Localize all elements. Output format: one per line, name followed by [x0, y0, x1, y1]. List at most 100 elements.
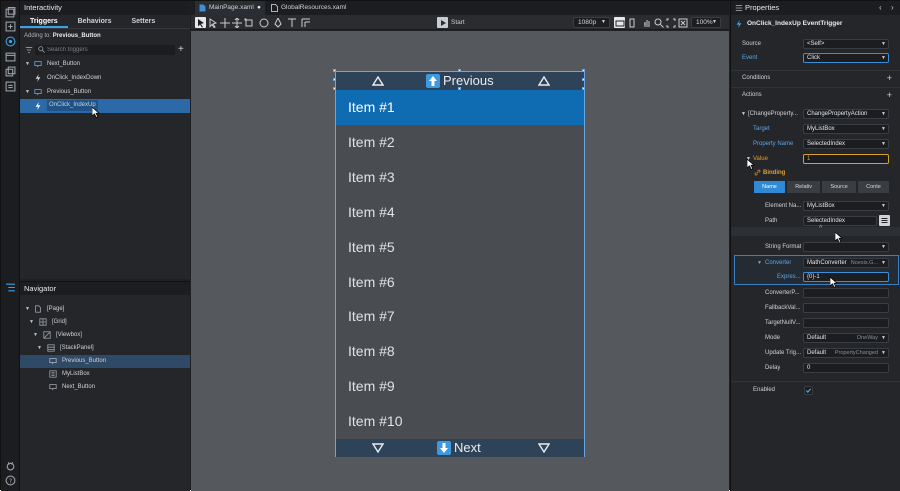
modified-dot-icon[interactable]: ●	[257, 1, 261, 15]
tab-globalresources[interactable]: GlobalResources.xaml	[267, 1, 367, 15]
expand-arrow-icon[interactable]: ▼	[741, 107, 746, 121]
tab-binding-source[interactable]: Source	[821, 180, 857, 194]
tree-item-trigger[interactable]: OnClick_IndexDown	[20, 71, 190, 85]
nav-item-mylistbox[interactable]: MyListBox	[20, 368, 190, 381]
mode-select[interactable]: Default OneWay ▼	[803, 333, 889, 343]
portrait-icon[interactable]	[627, 17, 637, 28]
target-select[interactable]: MyListBox ▼	[803, 124, 889, 134]
list-item[interactable]: Item #3	[336, 160, 584, 195]
ellipse-tool-icon[interactable]	[259, 17, 269, 28]
expand-arrow-icon[interactable]: ▼	[33, 329, 38, 342]
target-null-field[interactable]	[803, 318, 889, 328]
add-condition-icon[interactable]: +	[887, 71, 892, 85]
tab-binding-context[interactable]: Conte	[856, 180, 890, 194]
path-list-icon[interactable]	[879, 215, 890, 226]
tree-item-trigger-selected[interactable]: OnClick_IndexUp	[20, 99, 190, 118]
converter-param-field[interactable]	[803, 288, 889, 298]
resize-handle[interactable]	[333, 87, 336, 90]
tab-setters[interactable]: Setters	[121, 15, 165, 28]
filter-icon[interactable]	[25, 46, 33, 56]
landscape-icon[interactable]	[614, 17, 625, 28]
path-field[interactable]: SelectedIndex	[803, 216, 877, 226]
resize-handle[interactable]	[333, 69, 336, 72]
expand-arrow-icon[interactable]: ▼	[37, 342, 42, 355]
enabled-checkbox[interactable]	[804, 386, 813, 395]
converter-select[interactable]: MathConverter Noesis.G... ▼	[803, 258, 889, 268]
back-icon[interactable]: ‹	[879, 1, 882, 15]
expand-arrow-icon[interactable]: ▼	[25, 57, 30, 71]
fallback-field[interactable]	[803, 303, 889, 313]
update-trigger-select[interactable]: Default PropertyChanged ▼	[803, 348, 889, 358]
text-tool-icon[interactable]	[287, 17, 297, 28]
next-button[interactable]: Next	[336, 439, 584, 457]
resize-handle[interactable]	[582, 78, 585, 81]
tab-binding-relative[interactable]: Relativ	[786, 180, 822, 194]
start-play-icon[interactable]	[437, 17, 448, 28]
search-input[interactable]	[47, 45, 172, 55]
nav-item-next-button[interactable]: Next_Button	[20, 381, 190, 394]
value-field[interactable]: 1	[803, 154, 889, 164]
debug-icon[interactable]	[5, 460, 16, 471]
resize-handle[interactable]	[458, 69, 461, 72]
transform-tool-icon[interactable]	[244, 17, 254, 28]
tree-item-next-button[interactable]: ▼ Next_Button	[20, 57, 190, 71]
add-trigger-icon[interactable]: +	[178, 43, 184, 57]
select-tool-icon[interactable]	[195, 17, 206, 28]
tree-item-previous-button[interactable]: ▼ Previous_Button	[20, 85, 190, 99]
list-item[interactable]: Item #9	[336, 369, 584, 404]
tab-behaviors[interactable]: Behaviors	[68, 15, 122, 28]
resize-handle[interactable]	[582, 87, 585, 90]
list-item[interactable]: Item #1	[336, 90, 584, 125]
nav-item-grid[interactable]: ▼ [Grid]	[20, 316, 190, 329]
list-item[interactable]: Item #4	[336, 195, 584, 230]
add-element-icon[interactable]	[5, 21, 16, 32]
grid-tool-icon[interactable]	[301, 17, 311, 28]
nav-item-page[interactable]: ▼ [Page]	[20, 303, 190, 316]
expression-field[interactable]: {0}-1	[803, 272, 889, 282]
list-item[interactable]: Item #7	[336, 299, 584, 334]
nav-item-stackpanel[interactable]: ▼ [StackPanel]	[20, 342, 190, 355]
resize-handle[interactable]	[458, 87, 461, 90]
media-icon[interactable]	[5, 51, 16, 62]
tab-triggers[interactable]: Triggers	[20, 15, 68, 28]
list-item[interactable]: Item #8	[336, 334, 584, 369]
fit-screen-icon[interactable]	[666, 17, 676, 28]
action-type-select[interactable]: ChangePropertyAction ▼	[803, 109, 889, 119]
pan-tool-icon[interactable]	[220, 17, 230, 28]
actual-size-icon[interactable]	[678, 17, 688, 28]
add-action-icon[interactable]: +	[887, 88, 892, 102]
actions-section[interactable]: Actions +	[731, 87, 900, 101]
list-item[interactable]: Item #2	[336, 125, 584, 160]
layers-icon[interactable]	[5, 7, 16, 18]
start-label[interactable]: Start	[451, 17, 471, 28]
resize-handle[interactable]	[582, 69, 585, 72]
delay-field[interactable]: 0	[803, 363, 889, 373]
nav-item-previous-button[interactable]: Previous_Button	[20, 355, 190, 368]
zoom-select[interactable]: 100% ▼	[691, 17, 721, 28]
interactivity-icon[interactable]	[5, 36, 16, 47]
resources-icon[interactable]	[5, 81, 16, 92]
conditions-section[interactable]: Conditions +	[731, 70, 900, 84]
element-name-select[interactable]: MyListBox ▼	[803, 201, 889, 211]
hand-tool-icon[interactable]	[642, 17, 652, 28]
list-item[interactable]: Item #5	[336, 230, 584, 265]
zoom-tool-icon[interactable]	[654, 17, 664, 28]
property-name-select[interactable]: SelectedIndex ▼	[803, 139, 889, 149]
resize-handle[interactable]	[333, 78, 336, 81]
direct-select-icon[interactable]	[208, 17, 218, 29]
expand-arrow-icon[interactable]: ▼	[25, 303, 30, 316]
list-item[interactable]: Item #10	[336, 404, 584, 439]
event-select[interactable]: Click ▼	[803, 53, 889, 63]
list-item[interactable]: Item #6	[336, 265, 584, 300]
navigator-icon[interactable]	[5, 282, 16, 293]
collapse-row[interactable]: ^	[731, 225, 900, 243]
expand-arrow-icon[interactable]: ▼	[757, 256, 762, 270]
tab-binding-name[interactable]: Name	[753, 180, 787, 194]
forward-icon[interactable]: ›	[891, 1, 894, 15]
tab-mainpage[interactable]: MainPage.xaml ●	[195, 1, 265, 15]
nav-item-viewbox[interactable]: ▼ [Viewbox]	[20, 329, 190, 342]
move-tool-icon[interactable]	[232, 17, 242, 29]
expand-arrow-icon[interactable]: ▼	[25, 85, 30, 99]
chevron-up-icon[interactable]: ^	[819, 225, 822, 232]
artboard[interactable]: Previous Item #1 Item #2 Item #3 Item #4 Ite…	[335, 71, 585, 457]
